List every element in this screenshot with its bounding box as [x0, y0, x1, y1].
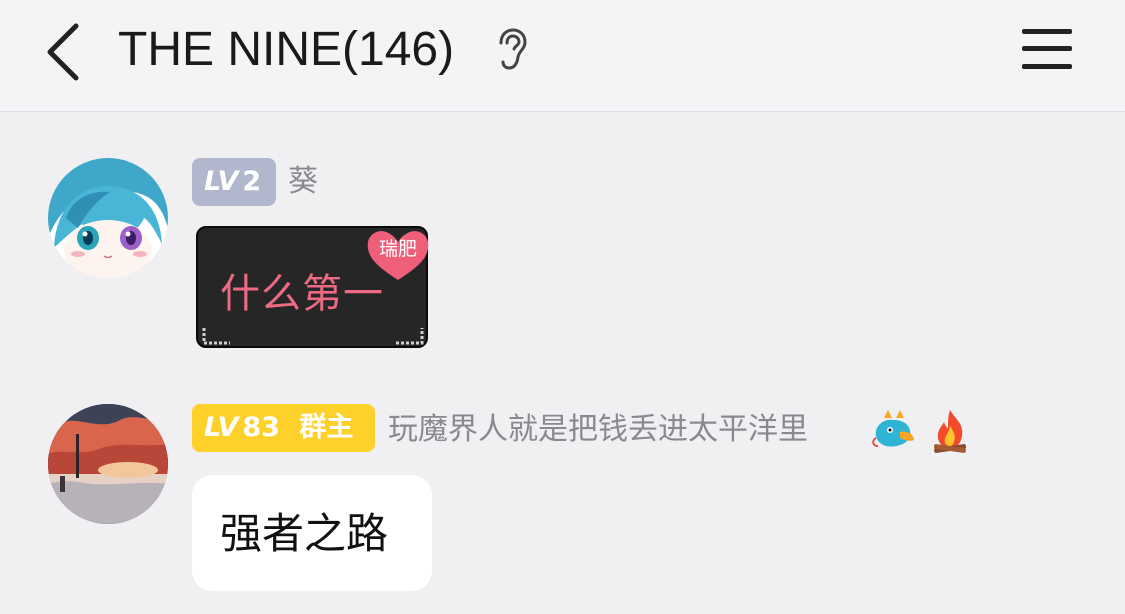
- level-badge: LV 2: [192, 158, 276, 206]
- menu-line-icon: [1022, 29, 1072, 34]
- message-text: 强者之路: [220, 509, 389, 558]
- top-bar: THE NINE(146): [0, 0, 1125, 112]
- level-number: 2: [242, 166, 262, 197]
- sticker-tag: 瑞肥: [378, 238, 417, 260]
- menu-line-icon: [1022, 64, 1072, 69]
- level-prefix: LV: [204, 412, 239, 443]
- autumn-scenery-avatar-icon: [48, 404, 168, 524]
- fire-emoji-icon: [933, 410, 967, 453]
- text-message-bubble[interactable]: 强者之路: [192, 475, 432, 591]
- username[interactable]: 玩魔界人就是把钱丢进太平洋里: [388, 406, 808, 454]
- role-label: 群主: [299, 412, 354, 443]
- dragon-emoji-icon: [872, 410, 914, 447]
- level-number: 83: [242, 412, 280, 443]
- avatar[interactable]: [48, 158, 168, 278]
- menu-button[interactable]: [1020, 26, 1074, 72]
- avatar[interactable]: [48, 404, 168, 524]
- anime-girl-avatar-icon: [48, 158, 168, 278]
- username[interactable]: 葵: [288, 158, 318, 206]
- back-button[interactable]: [40, 22, 90, 82]
- ear-icon[interactable]: [494, 27, 530, 71]
- level-prefix: LV: [204, 166, 239, 197]
- corner-decoration-icon: [396, 328, 424, 345]
- corner-decoration-icon: [202, 328, 230, 345]
- level-badge: LV 83 群主: [192, 404, 375, 452]
- menu-line-icon: [1022, 46, 1072, 51]
- chat-title: THE NINE(146): [118, 23, 455, 76]
- sticker-message[interactable]: 什么第一 瑞肥: [196, 226, 429, 348]
- sticker-text: 什么第一: [220, 271, 384, 317]
